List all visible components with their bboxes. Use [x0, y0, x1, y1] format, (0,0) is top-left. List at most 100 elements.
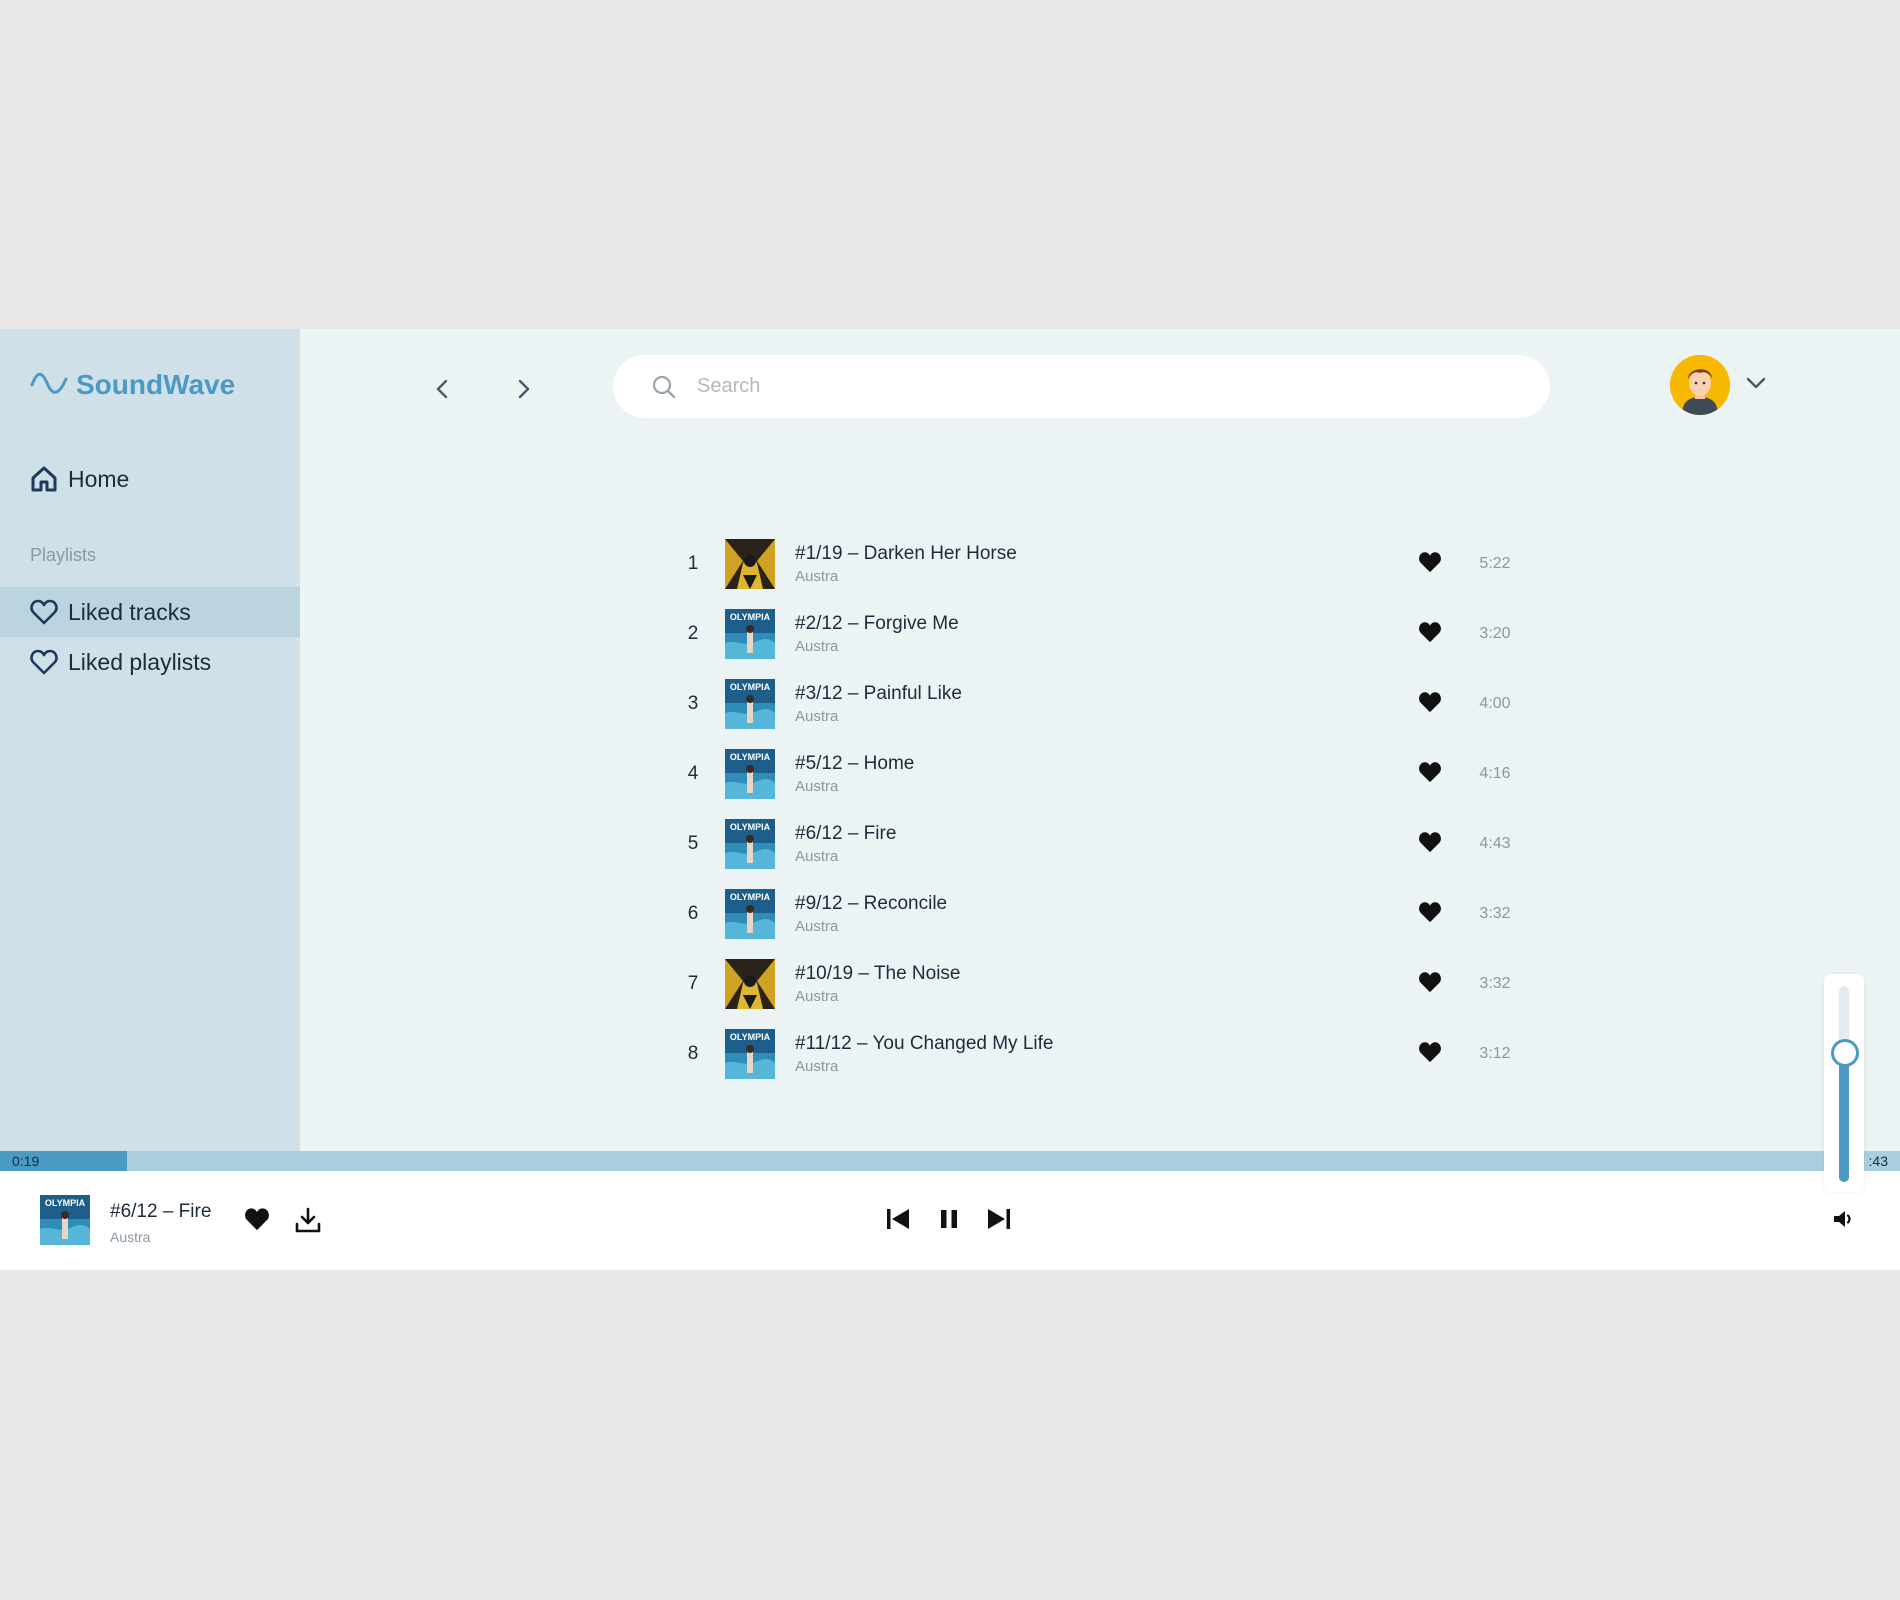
album-art-text: OLYMPIA — [45, 1198, 86, 1208]
now-playing-title: #6/12 – Fire — [110, 1201, 212, 1222]
track-title: #5/12 – Home — [795, 753, 915, 774]
volume-slider-popup — [1824, 974, 1864, 1192]
sidebar-item-home[interactable]: Home — [0, 454, 300, 504]
track-title: #10/19 – The Noise — [795, 963, 961, 984]
album-art-olympia: OLYMPIA — [725, 609, 775, 659]
track-title: #2/12 – Forgive Me — [795, 613, 959, 634]
sidebar-item-label: Liked tracks — [68, 598, 191, 625]
album-art-text: OLYMPIA — [730, 682, 771, 692]
track-duration: 3:20 — [1479, 625, 1511, 642]
heart-icon — [1418, 832, 1442, 857]
wave-icon — [30, 371, 68, 400]
track-duration: 4:43 — [1479, 835, 1511, 852]
track-title: #9/12 – Reconcile — [795, 893, 948, 914]
album-art-gold — [725, 539, 775, 589]
track-like-button[interactable] — [1418, 551, 1446, 577]
track-like-button[interactable] — [1418, 971, 1446, 997]
playback-progress-bar[interactable]: 0:19 :43 — [0, 1151, 1900, 1171]
track-artist[interactable]: Austra — [795, 778, 838, 795]
track-row[interactable]: 8 OLYMPIA #11/12 – You Changed My Life Aust… — [670, 1019, 1550, 1089]
album-art-text: OLYMPIA — [730, 892, 771, 902]
skip-next-icon — [986, 1207, 1012, 1236]
now-playing-artist: Austra — [110, 1229, 151, 1245]
previous-button[interactable] — [884, 1207, 912, 1235]
track-row[interactable]: 3 OLYMPIA #3/12 – Painful Like Austra 4:00 — [670, 669, 1550, 739]
album-art-olympia: OLYMPIA — [725, 1029, 775, 1079]
album-art-text: OLYMPIA — [730, 752, 771, 762]
sidebar-item-liked-tracks[interactable]: Liked tracks — [0, 587, 300, 637]
track-duration: 3:32 — [1479, 975, 1511, 992]
heart-icon — [1418, 1042, 1442, 1067]
heart-icon — [1418, 972, 1442, 997]
volume-slider[interactable] — [1831, 986, 1859, 1182]
account-menu-button[interactable] — [1742, 371, 1770, 399]
skip-previous-icon — [885, 1207, 911, 1236]
track-title: #1/19 – Darken Her Horse — [795, 543, 1017, 564]
avatar[interactable] — [1670, 355, 1730, 415]
track-artist[interactable]: Austra — [795, 848, 838, 865]
track-duration: 3:32 — [1479, 905, 1511, 922]
search-icon — [651, 374, 677, 400]
track-row[interactable]: 2 OLYMPIA #2/12 – Forgive Me Austra 3:20 — [670, 599, 1550, 669]
home-icon — [30, 465, 58, 493]
track-row[interactable]: 6 OLYMPIA #9/12 – Reconcile Austra 3:32 — [670, 879, 1550, 949]
track-row[interactable]: 7 #10/19 – The Noise Austra 3:32 — [670, 949, 1550, 1019]
track-like-button[interactable] — [1418, 761, 1446, 787]
back-button[interactable] — [423, 371, 463, 411]
heart-outline-icon — [30, 648, 58, 676]
download-button[interactable] — [293, 1207, 323, 1237]
heart-outline-icon — [30, 598, 58, 626]
track-artist[interactable]: Austra — [795, 638, 838, 655]
track-duration: 5:22 — [1479, 555, 1511, 572]
heart-icon — [1418, 552, 1442, 577]
heart-icon — [1418, 692, 1442, 717]
track-title: #6/12 – Fire — [795, 823, 897, 844]
track-number: 5 — [687, 833, 699, 854]
track-duration: 3:12 — [1479, 1045, 1511, 1062]
track-cover: OLYMPIA — [725, 819, 775, 869]
album-art-text: OLYMPIA — [730, 612, 771, 622]
next-button[interactable] — [985, 1207, 1013, 1235]
album-art-olympia: OLYMPIA — [725, 819, 775, 869]
pause-icon — [939, 1208, 959, 1235]
chevron-right-icon — [513, 378, 533, 405]
album-art-olympia: OLYMPIA — [725, 679, 775, 729]
sidebar-item-liked-playlists[interactable]: Liked playlists — [0, 637, 300, 687]
forward-button[interactable] — [503, 371, 543, 411]
track-artist[interactable]: Austra — [795, 708, 838, 725]
track-row[interactable]: 1 #1/19 – Darken Her Horse Austra 5:22 — [670, 529, 1550, 599]
track-like-button[interactable] — [1418, 831, 1446, 857]
album-art-olympia: OLYMPIA — [725, 889, 775, 939]
track-cover: OLYMPIA — [725, 609, 775, 659]
volume-icon — [1832, 1208, 1854, 1235]
track-artist[interactable]: Austra — [795, 988, 838, 1005]
logo[interactable]: SoundWave — [30, 369, 235, 401]
heart-icon — [1418, 622, 1442, 647]
track-like-button[interactable] — [1418, 1041, 1446, 1067]
volume-knob[interactable] — [1831, 1038, 1859, 1067]
album-art-text: OLYMPIA — [730, 822, 771, 832]
like-button[interactable] — [243, 1207, 271, 1235]
track-like-button[interactable] — [1418, 621, 1446, 647]
track-artist[interactable]: Austra — [795, 568, 838, 585]
volume-button[interactable] — [1830, 1208, 1856, 1234]
track-row[interactable]: 4 OLYMPIA #5/12 – Home Austra 4:16 — [670, 739, 1550, 809]
track-artist[interactable]: Austra — [795, 918, 838, 935]
track-like-button[interactable] — [1418, 691, 1446, 717]
track-number: 4 — [687, 763, 699, 784]
chevron-left-icon — [433, 378, 453, 405]
chevron-down-icon — [1745, 376, 1767, 395]
track-artist[interactable]: Austra — [795, 1058, 838, 1075]
track-number: 3 — [687, 693, 699, 714]
sidebar: SoundWave Home Playlists Liked tracks Li… — [0, 329, 300, 1151]
app-name: SoundWave — [76, 369, 236, 400]
pause-button[interactable] — [935, 1207, 963, 1235]
search-bar[interactable] — [613, 355, 1550, 418]
search-input[interactable] — [695, 374, 1519, 399]
track-title: #11/12 – You Changed My Life — [795, 1033, 1054, 1054]
track-title: #3/12 – Painful Like — [795, 683, 962, 704]
track-like-button[interactable] — [1418, 901, 1446, 927]
track-row[interactable]: 5 OLYMPIA #6/12 – Fire Austra 4:43 — [670, 809, 1550, 879]
track-duration: 4:16 — [1479, 765, 1511, 782]
heart-icon — [244, 1207, 270, 1236]
